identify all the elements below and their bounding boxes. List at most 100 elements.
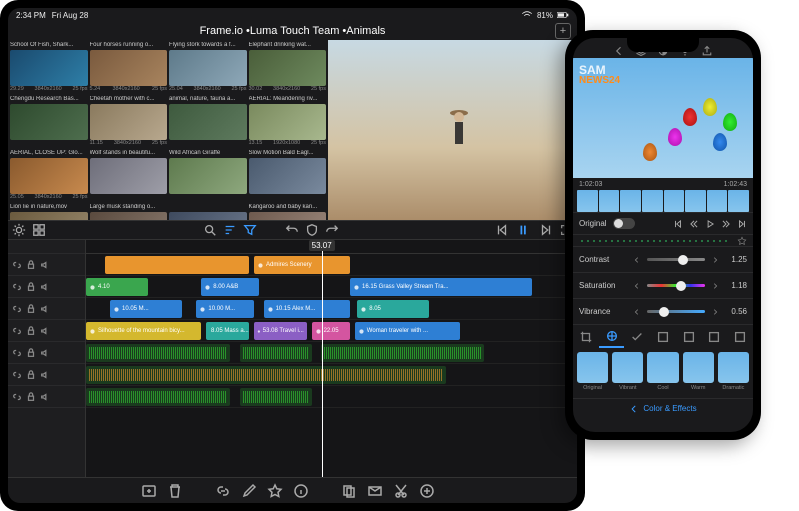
star-icon[interactable] <box>267 483 283 499</box>
track-header[interactable] <box>8 386 85 408</box>
share-icon[interactable] <box>701 45 713 57</box>
clip-segment[interactable]: 10.15 Alex M... <box>264 300 350 318</box>
mute-icon[interactable] <box>40 304 50 314</box>
track-header[interactable] <box>8 254 85 276</box>
clip-segment[interactable]: 8.00 A&B <box>201 278 259 296</box>
clip-item[interactable]: Four horses running o...5.243840x216025 … <box>90 42 168 94</box>
track-header[interactable] <box>8 320 85 342</box>
chevron-right-icon[interactable] <box>711 282 719 290</box>
trash-icon[interactable] <box>167 483 183 499</box>
mute-icon[interactable] <box>40 282 50 292</box>
preset-item[interactable]: Warm <box>683 352 714 394</box>
chevron-left-icon[interactable] <box>633 308 641 316</box>
chevron-left-icon[interactable] <box>633 282 641 290</box>
clip-item[interactable]: Slow Motion Bald Eagl... <box>249 150 327 202</box>
clip-item[interactable]: Kangaroo and baby kan... <box>249 204 327 220</box>
clip-segment[interactable] <box>321 344 484 362</box>
track-header[interactable] <box>8 364 85 386</box>
slider-knob[interactable] <box>678 255 688 265</box>
link-small-icon[interactable] <box>12 326 22 336</box>
clip-segment[interactable] <box>240 388 312 406</box>
gear-icon[interactable] <box>12 223 26 237</box>
preset-item[interactable]: Original <box>577 352 608 394</box>
skip-start-icon[interactable] <box>495 223 509 237</box>
forward-icon[interactable] <box>721 219 731 229</box>
clip-item[interactable]: Lion lie in nature,mov <box>10 204 88 220</box>
tab-fx1[interactable] <box>650 325 676 348</box>
preset-item[interactable]: Vibrant <box>612 352 643 394</box>
clip-item[interactable]: Flying stork towards a f...25.043840x216… <box>169 42 247 94</box>
breadcrumb[interactable]: Frame.io •Luma Touch Team •Animals + <box>8 22 577 40</box>
track-row[interactable]: 10.05 M... 10.00 M... 10.15 Alex M... 8.05 <box>86 298 577 320</box>
clip-item[interactable]: School Of Fish, Shark...29.293840x216025… <box>10 42 88 94</box>
link-small-icon[interactable] <box>12 370 22 380</box>
cut-icon[interactable] <box>393 483 409 499</box>
add-circle-icon[interactable] <box>419 483 435 499</box>
lock-icon[interactable] <box>26 370 36 380</box>
chevron-right-icon[interactable] <box>711 256 719 264</box>
phone-preview[interactable]: SAM NEWS24 <box>573 58 753 178</box>
lock-icon[interactable] <box>26 392 36 402</box>
clip-item[interactable]: AERIAL: Meandering riv...13.151920x10802… <box>249 96 327 148</box>
redo-icon[interactable] <box>325 223 339 237</box>
slider-knob[interactable] <box>676 281 686 291</box>
clip-segment[interactable] <box>86 344 230 362</box>
clip-segment[interactable]: Silhouette of the mountain bicy... <box>86 322 201 340</box>
clip-segment[interactable]: Admires Scenery <box>254 256 350 274</box>
track-row[interactable] <box>86 386 577 408</box>
clip-segment[interactable]: Woman traveler with ... <box>355 322 461 340</box>
link-icon[interactable] <box>215 483 231 499</box>
link-small-icon[interactable] <box>12 282 22 292</box>
clip-segment[interactable] <box>240 344 312 362</box>
star-small-icon[interactable] <box>737 236 747 246</box>
slider-knob[interactable] <box>659 307 669 317</box>
tracks-area[interactable]: 53.07 Admires Scenery4.108.00 A&B16.15 G… <box>86 240 577 477</box>
track-row[interactable]: Admires Scenery <box>86 254 577 276</box>
clip-segment[interactable]: 8.05 <box>357 300 429 318</box>
filter-icon[interactable] <box>243 223 257 237</box>
mute-icon[interactable] <box>40 326 50 336</box>
track-header[interactable] <box>8 298 85 320</box>
track-header[interactable] <box>8 276 85 298</box>
lock-icon[interactable] <box>26 282 36 292</box>
play-icon[interactable] <box>517 223 531 237</box>
clip-item[interactable]: animal, nature, fauna a... <box>169 96 247 148</box>
lock-icon[interactable] <box>26 326 36 336</box>
clip-item[interactable]: Large musk standing o... <box>90 204 168 220</box>
tab-fx4[interactable] <box>727 325 753 348</box>
pencil-icon[interactable] <box>241 483 257 499</box>
chevron-left-icon[interactable] <box>633 256 641 264</box>
undo-icon[interactable] <box>285 223 299 237</box>
tab-fx2[interactable] <box>676 325 702 348</box>
mute-icon[interactable] <box>40 260 50 270</box>
envelope-icon[interactable] <box>367 483 383 499</box>
clip-segment[interactable]: 8.05 Mass a... <box>206 322 249 340</box>
link-small-icon[interactable] <box>12 304 22 314</box>
original-toggle[interactable] <box>613 218 635 229</box>
back-icon[interactable] <box>613 45 625 57</box>
track-row[interactable] <box>86 364 577 386</box>
link-small-icon[interactable] <box>12 260 22 270</box>
clip-segment[interactable]: 10.05 M... <box>110 300 182 318</box>
preset-item[interactable]: Cool <box>647 352 678 394</box>
clip-item[interactable]: AERIAL, CLOSE UP: Glo...25.053840x216025… <box>10 150 88 202</box>
slider-track[interactable] <box>647 310 705 313</box>
play-small-icon[interactable] <box>705 219 715 229</box>
tab-crop[interactable] <box>573 325 599 348</box>
clip-item[interactable]: Wild African Giraffe <box>169 150 247 202</box>
clip-item[interactable]: Elephant drinking wat...30.023840x216025… <box>249 42 327 94</box>
skip-end-icon[interactable] <box>539 223 553 237</box>
keyframe-dots[interactable] <box>573 234 753 246</box>
phone-filmstrip[interactable] <box>573 190 753 212</box>
preset-item[interactable]: Dramatic <box>718 352 749 394</box>
tab-color[interactable] <box>599 325 625 348</box>
clip-item[interactable]: Cheetah mother with c...11.153840x216025… <box>90 96 168 148</box>
mute-icon[interactable] <box>40 348 50 358</box>
add-clip-icon[interactable] <box>141 483 157 499</box>
rewind-icon[interactable] <box>689 219 699 229</box>
clip-segment[interactable] <box>86 388 230 406</box>
clip-segment[interactable]: 10.00 M... <box>196 300 254 318</box>
track-row[interactable]: Silhouette of the mountain bicy... 8.05 M… <box>86 320 577 342</box>
clip-item[interactable]: Wolf stands in beautifu... <box>90 150 168 202</box>
mute-icon[interactable] <box>40 392 50 402</box>
